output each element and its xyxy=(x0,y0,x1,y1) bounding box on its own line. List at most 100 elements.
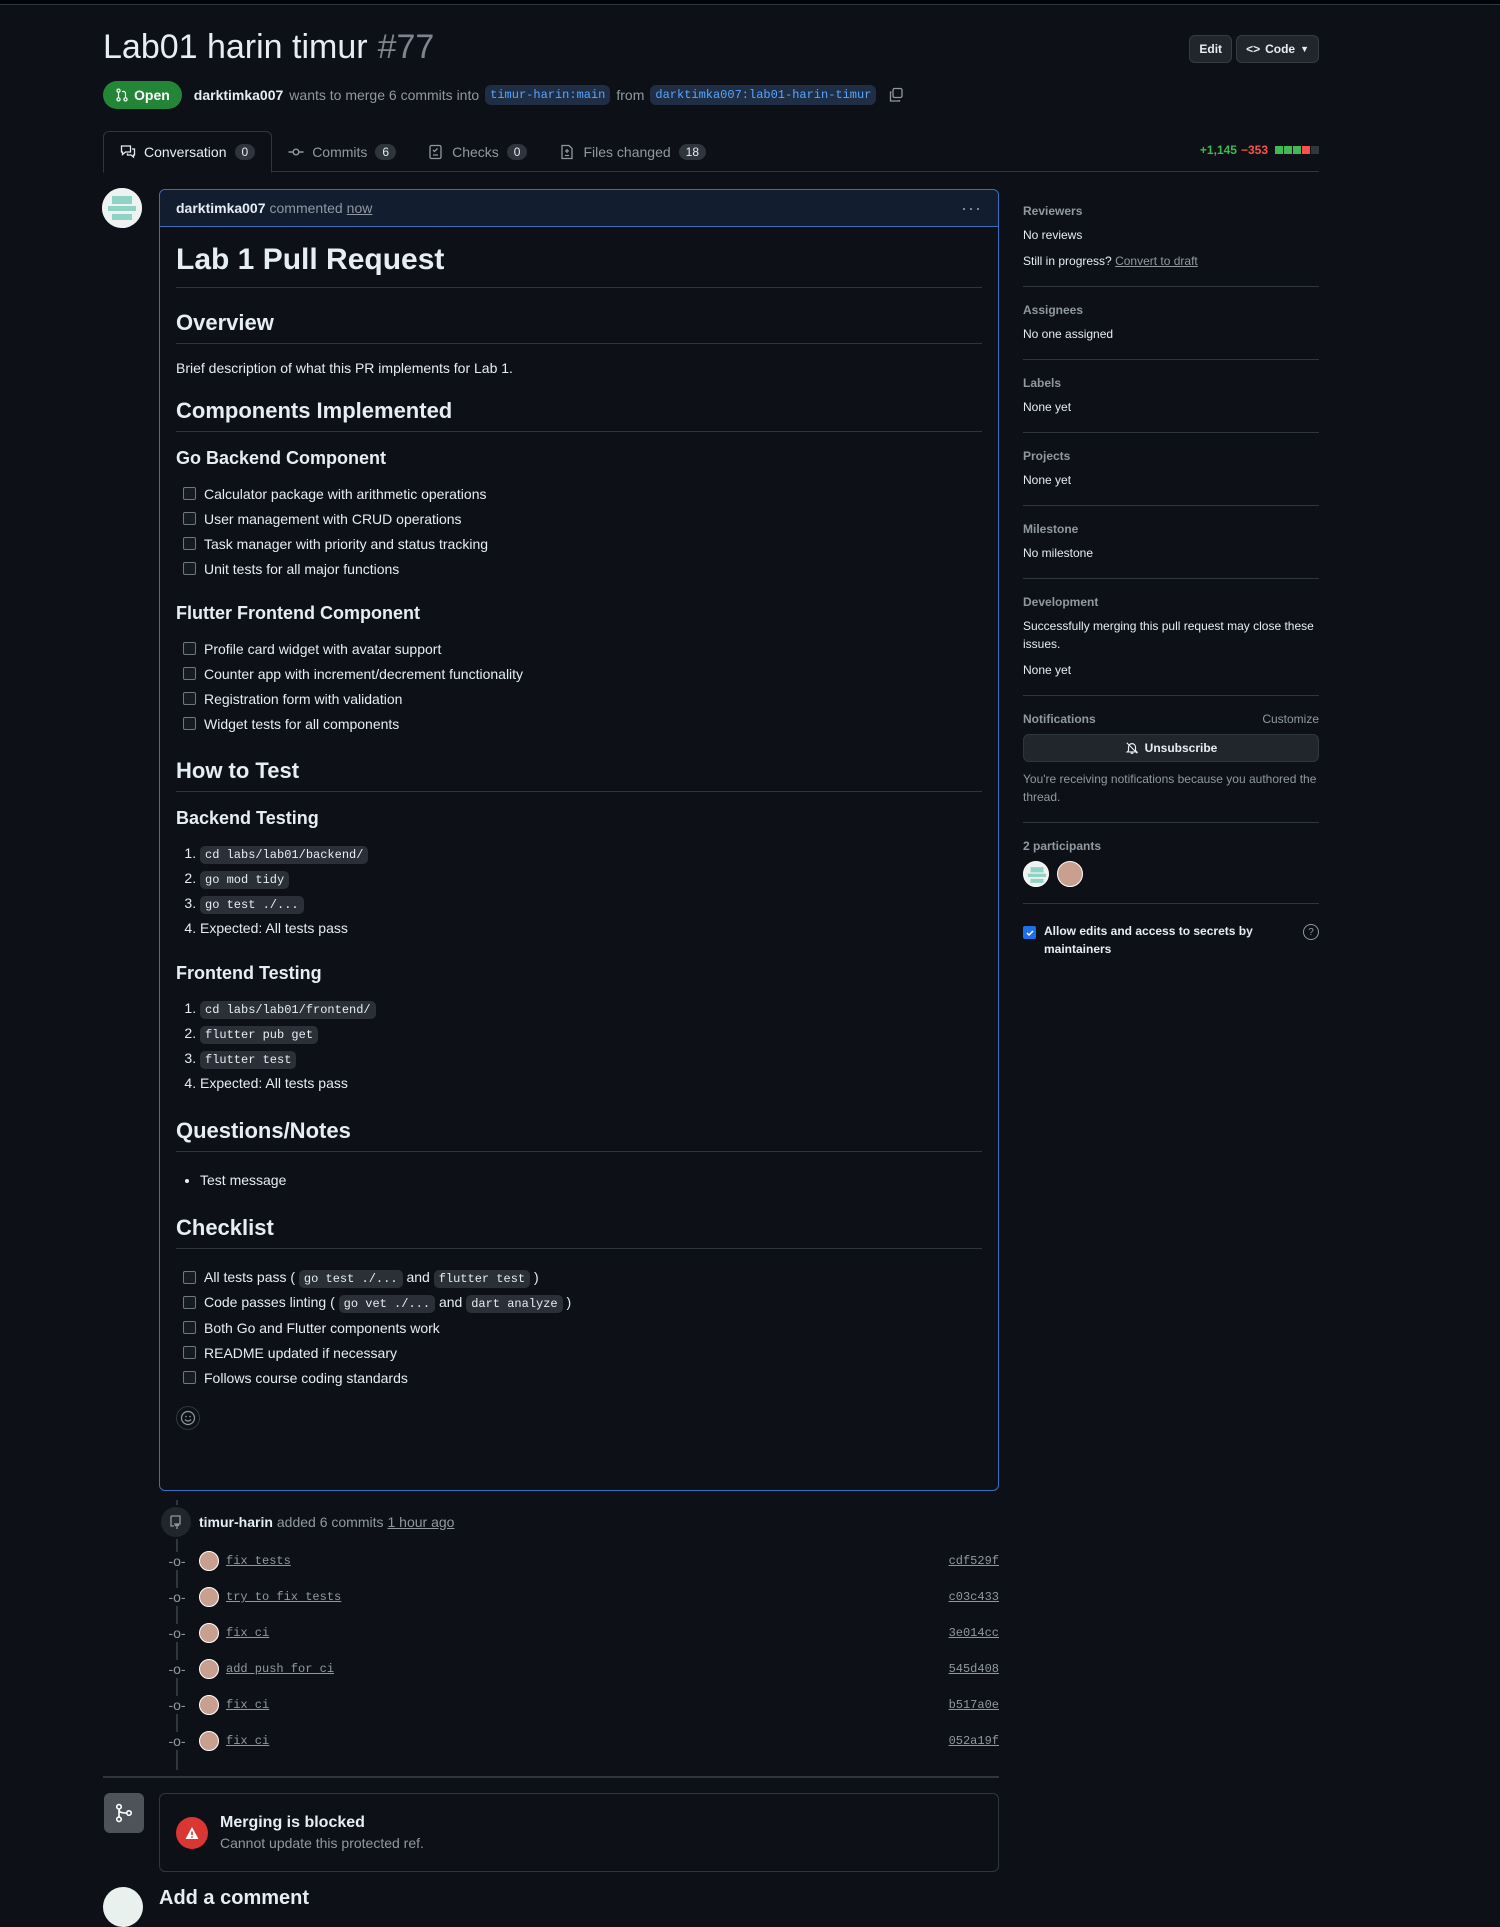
tab-conversation[interactable]: Conversation 0 xyxy=(103,131,273,173)
commit-sha[interactable]: 052a19f xyxy=(949,1734,999,1748)
sidebar-heading[interactable]: Assignees xyxy=(1023,303,1083,317)
task-checkbox[interactable] xyxy=(183,692,196,705)
commit-sha[interactable]: 3e014cc xyxy=(949,1626,999,1640)
avatar[interactable] xyxy=(1023,861,1049,887)
commit-message[interactable]: add push for ci xyxy=(226,1662,334,1676)
md-heading-overview: Overview xyxy=(176,310,982,344)
base-branch[interactable]: timur-harin:main xyxy=(485,85,611,105)
smiley-icon[interactable] xyxy=(176,1406,200,1430)
task-label: Registration form with validation xyxy=(204,690,403,707)
sidebar-heading[interactable]: Labels xyxy=(1023,376,1061,390)
diffstat: +1,145 −353 xyxy=(1200,143,1319,157)
task-checkbox[interactable] xyxy=(183,562,196,575)
allow-edits-checkbox[interactable] xyxy=(1023,926,1036,939)
edit-button[interactable]: Edit xyxy=(1189,35,1233,63)
commit-message[interactable]: fix ci xyxy=(226,1734,269,1748)
customize-link[interactable]: Customize xyxy=(1262,712,1319,726)
avatar[interactable] xyxy=(199,1623,219,1643)
notification-reason: You're receiving notifications because y… xyxy=(1023,772,1317,804)
commit-icon xyxy=(288,147,304,155)
step-item: cd labs/lab01/frontend/ xyxy=(200,996,982,1021)
commit-message[interactable]: fix ci xyxy=(226,1698,269,1712)
unsubscribe-button[interactable]: Unsubscribe xyxy=(1023,734,1319,762)
copy-icon[interactable] xyxy=(888,87,904,103)
inline-code: cd labs/lab01/frontend/ xyxy=(200,1001,376,1019)
sidebar-notifications: Notifications Customize Unsubscribe You'r… xyxy=(1023,696,1319,823)
task-item: User management with CRUD operations xyxy=(176,506,982,531)
commit-message[interactable]: fix tests xyxy=(226,1554,291,1568)
sidebar-projects: Projects None yet xyxy=(1023,433,1319,506)
avatar[interactable] xyxy=(199,1659,219,1679)
commit-sha[interactable]: b517a0e xyxy=(949,1698,999,1712)
comment-author[interactable]: darktimka007 xyxy=(176,200,266,216)
commit-sha[interactable]: cdf529f xyxy=(949,1554,999,1568)
inline-code: go test ./... xyxy=(200,896,304,914)
code-button[interactable]: <> Code ▼ xyxy=(1236,35,1319,63)
task-checkbox[interactable] xyxy=(183,537,196,550)
sidebar-heading[interactable]: Development xyxy=(1023,595,1098,609)
file-diff-icon xyxy=(561,144,574,159)
task-checkbox[interactable] xyxy=(183,642,196,655)
commit-icon: -o- xyxy=(168,1552,186,1570)
md-heading-frontend: Frontend Testing xyxy=(176,963,322,983)
event-time[interactable]: 1 hour ago xyxy=(388,1514,455,1530)
sidebar-development: Development Successfully merging this pu… xyxy=(1023,579,1319,696)
commit-message[interactable]: try to fix tests xyxy=(226,1590,341,1604)
task-checkbox[interactable] xyxy=(183,1321,196,1334)
task-item: Follows course coding standards xyxy=(176,1365,982,1390)
task-checkbox[interactable] xyxy=(183,1371,196,1384)
merge-title: Merging is blocked xyxy=(220,1814,365,1831)
md-heading-go: Go Backend Component xyxy=(176,448,387,468)
tab-label: Commits xyxy=(312,143,368,160)
chevron-down-icon: ▼ xyxy=(1300,44,1309,54)
convert-to-draft-link[interactable]: Convert to draft xyxy=(1115,254,1198,268)
task-label: Follows course coding standards xyxy=(204,1369,408,1386)
event-actor[interactable]: timur-harin xyxy=(199,1514,273,1530)
avatar[interactable] xyxy=(102,188,142,228)
task-checkbox[interactable] xyxy=(183,512,196,525)
pr-author[interactable]: darktimka007 xyxy=(194,87,284,103)
step-item: go test ./... xyxy=(200,891,982,916)
avatar[interactable] xyxy=(199,1731,219,1751)
sidebar-heading[interactable]: Reviewers xyxy=(1023,204,1082,218)
task-checkbox[interactable] xyxy=(183,487,196,500)
timeline-push-event: timur-harin added 6 commits 1 hour ago xyxy=(159,1505,999,1539)
tab-checks[interactable]: Checks 0 xyxy=(412,131,543,172)
question-icon[interactable]: ? xyxy=(1303,924,1319,940)
head-branch[interactable]: darktimka007:lab01-harin-timur xyxy=(650,85,877,105)
step-item: Expected: All tests pass xyxy=(200,1071,982,1096)
task-checkbox[interactable] xyxy=(183,667,196,680)
commit-sha[interactable]: c03c433 xyxy=(949,1590,999,1604)
commit-row: -o- fix ci b517a0e xyxy=(159,1695,999,1715)
pr-description-comment: darktimka007 commented now ··· Lab 1 Pul… xyxy=(159,189,999,1491)
pr-header: Lab01 harin timur #77 Edit <> Code ▼ Ope… xyxy=(103,28,1319,109)
git-merge-icon xyxy=(104,1793,144,1833)
task-checkbox[interactable] xyxy=(183,717,196,730)
diffstat-blocks xyxy=(1274,143,1319,157)
avatar[interactable] xyxy=(1056,861,1083,887)
go-task-list: Calculator package with arithmetic opera… xyxy=(176,481,982,581)
avatar[interactable] xyxy=(199,1695,219,1715)
sidebar-heading[interactable]: Milestone xyxy=(1023,522,1078,536)
avatar[interactable] xyxy=(199,1587,219,1607)
state-badge: Open xyxy=(103,81,182,109)
sidebar-heading[interactable]: Projects xyxy=(1023,449,1070,463)
draft-question: Still in progress? xyxy=(1023,254,1112,268)
merge-status-box: Merging is blocked Cannot update this pr… xyxy=(159,1793,999,1872)
avatar[interactable] xyxy=(199,1551,219,1571)
commit-sha[interactable]: 545d408 xyxy=(949,1662,999,1676)
sidebar-participants: 2 participants xyxy=(1023,823,1319,904)
pull-request-icon xyxy=(116,88,128,102)
task-checkbox[interactable] xyxy=(183,1296,196,1309)
task-item: Both Go and Flutter components work xyxy=(176,1315,982,1340)
tab-files-changed[interactable]: Files changed 18 xyxy=(543,131,722,172)
kebab-horizontal-icon[interactable]: ··· xyxy=(961,198,982,219)
task-checkbox[interactable] xyxy=(183,1271,196,1284)
comment-time[interactable]: now xyxy=(347,200,373,216)
bell-slash-icon xyxy=(1125,742,1138,754)
task-checkbox[interactable] xyxy=(183,1346,196,1359)
projects-value: None yet xyxy=(1023,473,1072,487)
tab-commits[interactable]: Commits 6 xyxy=(272,131,412,172)
md-heading-howto: How to Test xyxy=(176,758,982,792)
commit-message[interactable]: fix ci xyxy=(226,1626,269,1640)
